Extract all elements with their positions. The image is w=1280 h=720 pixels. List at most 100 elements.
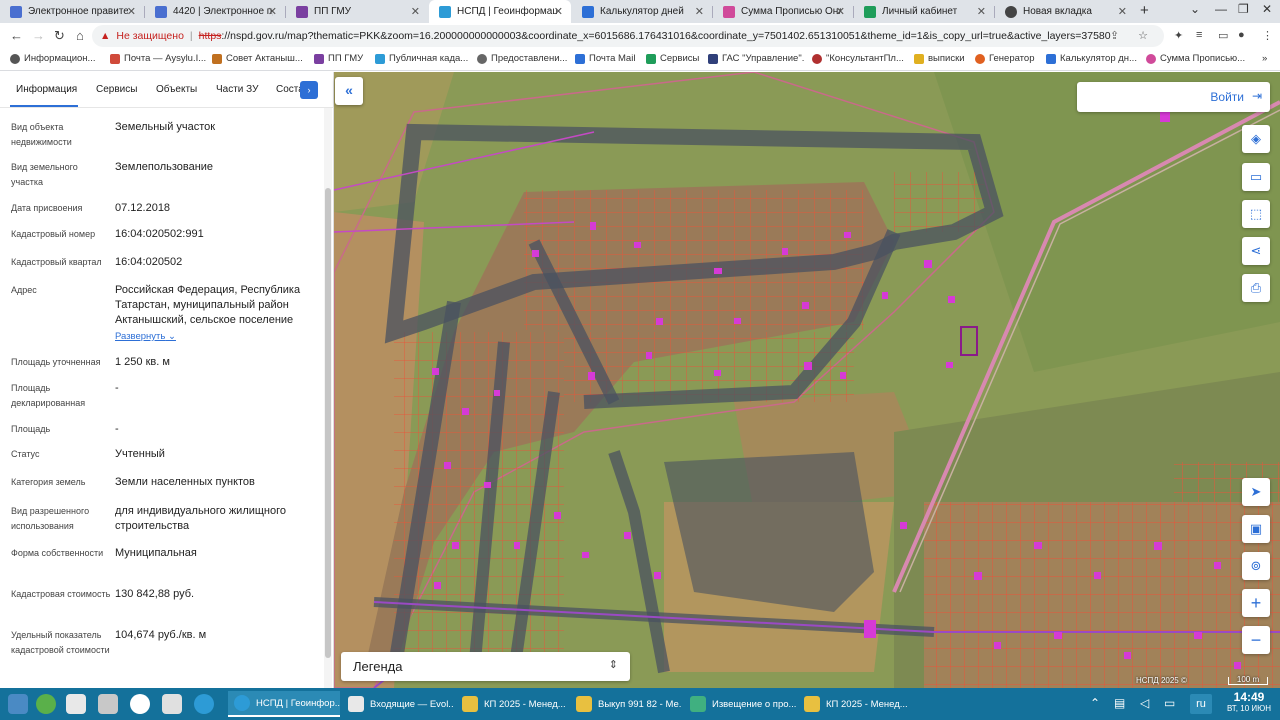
browser-tab[interactable]: Сумма Прописью Онл ✕ xyxy=(713,0,853,23)
browser-tab[interactable]: Калькулятор дней ✕ xyxy=(572,0,712,23)
tab-information[interactable]: Информация xyxy=(16,84,77,95)
browser-icon[interactable] xyxy=(194,694,214,714)
bookmark-item[interactable]: Предоставлени... xyxy=(477,53,567,64)
close-icon[interactable]: ✕ xyxy=(977,5,986,18)
volume-icon[interactable]: ◁ xyxy=(1140,696,1149,710)
taskbar-app[interactable]: Выкуп 991 82 - Ме... xyxy=(570,691,682,717)
select-area-icon[interactable]: ⬚ xyxy=(1242,200,1270,228)
restore-icon[interactable]: ❐ xyxy=(1238,2,1249,16)
bookmark-item[interactable]: Генератор xyxy=(975,53,1035,64)
share-icon[interactable]: ⇪ ☆ xyxy=(1110,29,1156,42)
browser-tab[interactable]: Личный кабинет ✕ xyxy=(854,0,994,23)
search-location-icon[interactable]: ⊚ xyxy=(1242,552,1270,580)
taskbar-app[interactable]: Входящие — Evol... xyxy=(342,691,454,717)
chevron-right-icon[interactable]: › xyxy=(300,81,318,99)
locate-icon[interactable]: ➤ xyxy=(1242,478,1270,506)
more-bookmarks-icon[interactable]: » xyxy=(1262,53,1267,64)
bookmark-item[interactable]: Почта — Aysylu.I... xyxy=(110,53,206,64)
reload-icon[interactable]: ↻ xyxy=(54,28,65,44)
folder-icon xyxy=(576,696,592,712)
attribution-text: НСПД 2025 © xyxy=(1136,676,1187,685)
toolbox-icon[interactable] xyxy=(98,694,118,714)
bookmark-item[interactable]: Калькулятор дн... xyxy=(1046,53,1137,64)
bookmark-item[interactable]: Совет Актаныш... xyxy=(212,53,303,64)
tab-favicon-icon xyxy=(1005,5,1017,18)
share-icon[interactable]: ⋖ xyxy=(1242,237,1270,265)
bookmark-item[interactable]: Информацион... xyxy=(10,53,95,64)
info-label: Дата присвоения xyxy=(11,203,83,213)
scale-bar: 100 m xyxy=(1228,676,1268,685)
clock[interactable]: 14:49 ВТ, 10 ИЮН xyxy=(1222,690,1276,713)
browser-tab[interactable]: Новая вкладка ✕ xyxy=(995,0,1135,23)
tab-favicon-icon xyxy=(10,5,22,18)
bookmark-item[interactable]: выписки xyxy=(914,53,965,64)
taskbar-app[interactable]: КП 2025 - Менед... xyxy=(798,691,910,717)
not-secure-label[interactable]: Не защищено xyxy=(116,30,184,42)
address-bar[interactable]: ▲ Не защищено | https ://nspd.gov.ru/map… xyxy=(92,25,1164,47)
services-icon xyxy=(646,53,656,64)
tab-favicon-icon xyxy=(439,5,451,18)
sidebar-icon[interactable]: ▭ xyxy=(1218,29,1228,42)
new-tab-button[interactable]: + xyxy=(1140,2,1149,19)
taskbar: НСПД | Геоинфор... Входящие — Evol... КП… xyxy=(0,688,1280,720)
start-menu-icon[interactable] xyxy=(8,694,28,714)
bookmark-item[interactable]: Публичная када... xyxy=(375,53,468,64)
warning-icon[interactable]: ▲ xyxy=(100,30,110,42)
screen-icon[interactable]: ▣ xyxy=(1242,515,1270,543)
extensions-icon[interactable]: ✦ xyxy=(1174,29,1183,42)
zoom-out-icon[interactable]: − xyxy=(1242,626,1270,654)
taskbar-app[interactable]: Извещение о про... xyxy=(684,691,796,717)
tray-expand-icon[interactable]: ⌃ xyxy=(1090,696,1100,710)
bookmark-item[interactable]: "КонсультантПл... xyxy=(812,53,904,64)
emblem-icon xyxy=(314,53,324,64)
bookmark-item[interactable]: Сервисы xyxy=(646,53,699,64)
close-icon[interactable]: ✕ xyxy=(695,5,704,18)
close-icon[interactable]: ✕ xyxy=(127,5,136,18)
close-icon[interactable]: ✕ xyxy=(836,5,845,18)
browser-tab[interactable]: ПП ГМУ ✕ xyxy=(286,0,428,23)
zoom-in-icon[interactable]: + xyxy=(1242,589,1270,617)
bookmark-item[interactable]: Почта Mail xyxy=(575,53,635,64)
media-icon[interactable]: ≡ xyxy=(1196,29,1202,41)
back-icon[interactable]: ← xyxy=(10,28,23,43)
home-icon[interactable]: ⌂ xyxy=(76,28,84,43)
tab-parts[interactable]: Части ЗУ xyxy=(216,84,258,95)
ruler-icon[interactable]: ▭ xyxy=(1242,163,1270,191)
minimize-icon[interactable]: — xyxy=(1215,2,1227,16)
login-button[interactable]: Войти ⇥ xyxy=(1077,82,1270,112)
window-close-icon[interactable]: ✕ xyxy=(1262,2,1272,16)
close-icon[interactable]: ✕ xyxy=(1118,5,1127,18)
file-manager-icon[interactable] xyxy=(66,694,86,714)
bookmark-item[interactable]: ПП ГМУ xyxy=(314,53,363,64)
language-indicator[interactable]: ru xyxy=(1190,694,1212,714)
mail-icon[interactable] xyxy=(162,694,182,714)
close-icon[interactable]: ✕ xyxy=(554,5,563,18)
collapse-panel-button[interactable]: « xyxy=(335,77,363,105)
bookmark-item[interactable]: Сумма Прописью... xyxy=(1146,53,1245,64)
browser-tab[interactable]: Электронное правитель✕ xyxy=(0,0,144,23)
network-icon[interactable]: ▤ xyxy=(1114,696,1125,710)
info-value: Земли населенных пунктов xyxy=(115,476,255,488)
taskbar-app[interactable]: НСПД | Геоинфор... xyxy=(228,691,340,717)
close-icon[interactable]: ✕ xyxy=(411,5,420,18)
panel-scrollbar-thumb[interactable] xyxy=(325,188,331,658)
forward-icon[interactable]: → xyxy=(32,28,45,43)
tab-services[interactable]: Сервисы xyxy=(96,84,137,95)
profile-icon[interactable]: ● xyxy=(1238,29,1245,41)
app-launcher-icon[interactable] xyxy=(36,694,56,714)
display-icon[interactable]: ▭ xyxy=(1164,696,1175,710)
expand-link[interactable]: Развернуть ⌄ xyxy=(115,331,176,342)
browser-tab[interactable]: 4420 | Электронное пра ✕ xyxy=(145,0,285,23)
c-app-icon[interactable] xyxy=(130,694,150,714)
tab-objects[interactable]: Объекты xyxy=(156,84,197,95)
layers-icon[interactable]: ◈ xyxy=(1242,125,1270,153)
taskbar-app[interactable]: КП 2025 - Менед... xyxy=(456,691,568,717)
map-canvas[interactable]: НСПД 2025 © 100 m xyxy=(334,72,1280,688)
legend-dropdown[interactable]: Легенда ⇕ xyxy=(341,652,630,681)
chevron-down-icon[interactable]: ⌄ xyxy=(1190,2,1200,16)
bookmark-item[interactable]: ГАС "Управление". xyxy=(708,53,804,64)
menu-icon[interactable]: ⋮ xyxy=(1262,29,1273,42)
browser-tab-active[interactable]: НСПД | Геоинформаци ✕ xyxy=(429,0,571,23)
close-icon[interactable]: ✕ xyxy=(268,5,277,18)
print-icon[interactable]: ⎙ xyxy=(1242,274,1270,302)
